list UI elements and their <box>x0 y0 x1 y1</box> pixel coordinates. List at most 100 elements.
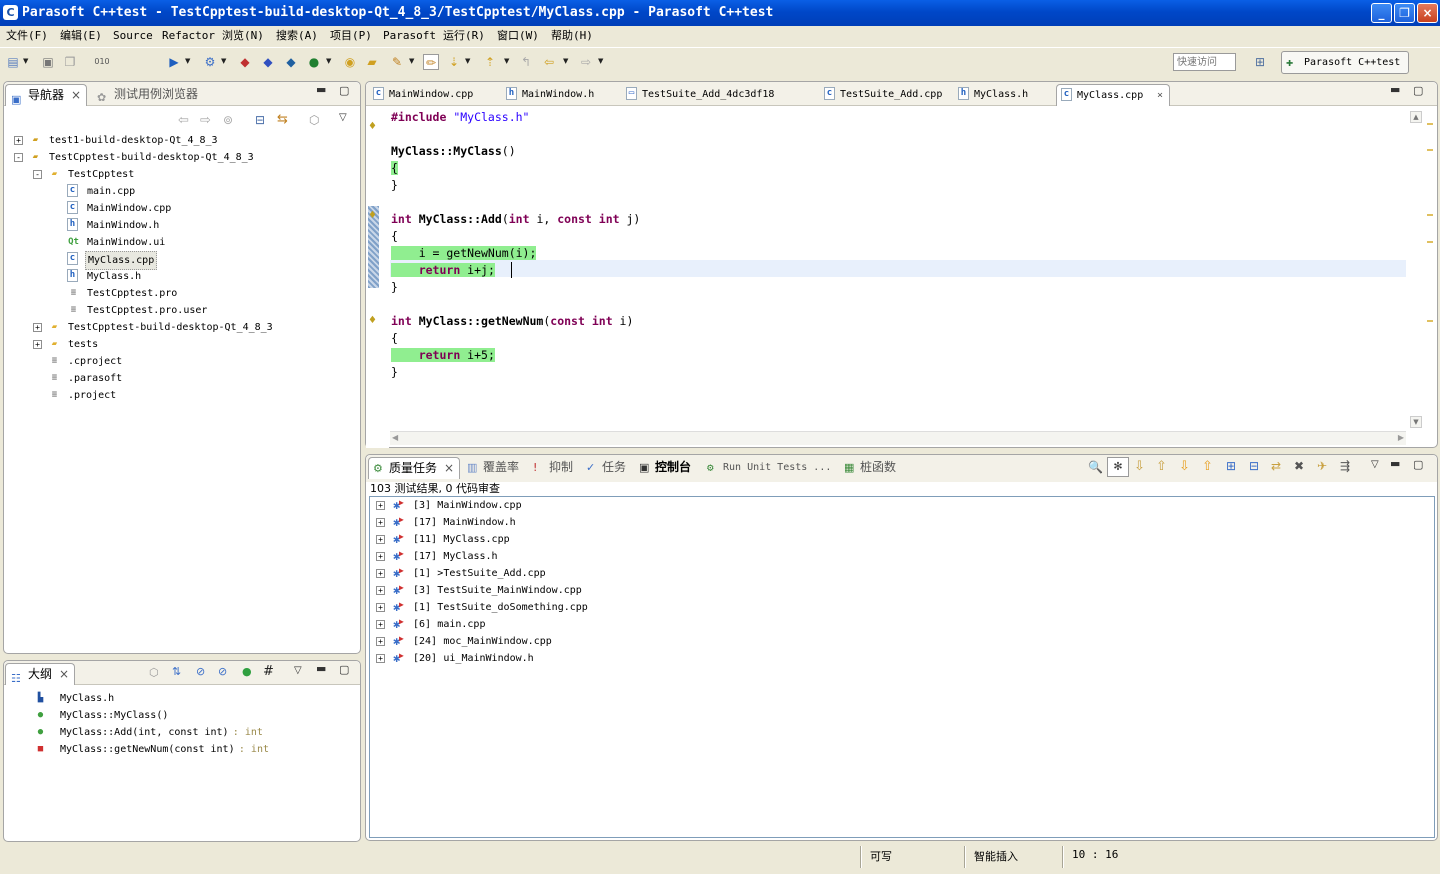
editor-tab[interactable]: ▭ TestSuite_Add_4dc3df18 <box>622 84 818 106</box>
build-dropdown-icon[interactable]: ▼ <box>221 58 228 65</box>
result-row[interactable]: + ✱ ▶ [17] MyClass.h <box>375 548 775 565</box>
launch-icon[interactable]: ✈ <box>1317 459 1327 473</box>
debug-dropdown-icon[interactable]: ▼ <box>326 58 333 65</box>
close-outline-tab-icon[interactable]: × <box>59 664 69 685</box>
search-tool-icon[interactable]: ✎ <box>389 54 405 70</box>
tree-toggle-icon[interactable]: + <box>33 340 42 349</box>
tree-item[interactable]: ≡ .cproject <box>4 353 354 370</box>
window-title-bar[interactable]: Parasoft C++test - TestCpptest-build-des… <box>0 0 1440 26</box>
back-nav-icon[interactable]: ⇦ <box>178 113 189 128</box>
next-annotation-dropdown-icon[interactable]: ▼ <box>465 58 472 65</box>
forward-dropdown-icon[interactable]: ▼ <box>598 58 605 65</box>
hide-non-public-icon[interactable]: ⊘ <box>218 665 227 678</box>
last-edit-icon[interactable]: ↰ <box>518 54 534 70</box>
next-icon[interactable]: ⇩ <box>1179 459 1190 474</box>
bottom-minimize-icon[interactable]: ▬ <box>1390 457 1400 470</box>
result-toggle-icon[interactable]: + <box>376 620 385 629</box>
editor-minimize-icon[interactable]: ▬ <box>1390 83 1400 96</box>
new-dropdown-icon[interactable]: ▼ <box>23 58 30 65</box>
outline-item[interactable]: ● MyClass::Add(int, const int) : int <box>4 724 354 741</box>
bottom-view-menu-icon[interactable]: ▽ <box>1371 459 1379 470</box>
tab-test-case-explorer[interactable]: ✿ 测试用例浏览器 <box>92 84 203 106</box>
overview-marker[interactable] <box>1427 123 1433 125</box>
collapse-all-icon[interactable]: ⊟ <box>255 113 265 127</box>
bottom-tab[interactable]: ▦ 桩函数 <box>840 457 901 479</box>
up-nav-icon[interactable]: ⊚ <box>223 113 233 127</box>
result-row[interactable]: + ✱ ▶ [3] MainWindow.cpp <box>375 497 775 514</box>
save-all-icon[interactable]: ❐ <box>62 54 78 70</box>
tree-item[interactable]: ≡ .parasoft <box>4 370 354 387</box>
result-toggle-icon[interactable]: + <box>376 535 385 544</box>
quick-access-input[interactable] <box>1173 53 1236 71</box>
result-toggle-icon[interactable]: + <box>376 552 385 561</box>
tree-item[interactable]: ≡ .project <box>4 387 354 404</box>
bottom-tab[interactable]: ✓ 任务 <box>582 457 631 479</box>
tree-item[interactable]: h MyClass.h <box>4 268 354 285</box>
editor-tab[interactable]: h MyClass.h <box>954 84 1054 106</box>
hide-fields-icon[interactable]: ⬡ <box>149 666 159 679</box>
menu-window[interactable]: 窗口(W) <box>497 26 539 46</box>
mark-occurrences-icon[interactable]: ✏ <box>423 54 439 70</box>
bottom-tab[interactable]: ▥ 覆盖率 <box>463 457 524 479</box>
previous-icon[interactable]: ⇧ <box>1202 459 1213 474</box>
menu-search[interactable]: 搜索(A) <box>276 26 318 46</box>
tree-item[interactable]: + ▰ tests <box>4 336 354 353</box>
tree-item[interactable]: Qt MainWindow.ui <box>4 234 354 251</box>
sort-icon[interactable]: ⇅ <box>172 665 181 678</box>
horizontal-scrollbar[interactable]: ◀ ▶ <box>390 431 1406 445</box>
editor-tab[interactable]: h MainWindow.h <box>502 84 620 106</box>
editor-maximize-icon[interactable]: ▢ <box>1413 84 1423 97</box>
tree-toggle-icon[interactable]: - <box>14 153 23 162</box>
menu-run[interactable]: 运行(R) <box>443 26 485 46</box>
overview-marker[interactable] <box>1427 320 1433 322</box>
bottom-tab[interactable]: ! 抑制 <box>529 457 578 479</box>
run-icon[interactable]: ▶ <box>166 54 182 70</box>
hide-namespace-icon[interactable]: ● <box>242 665 252 678</box>
result-row[interactable]: + ✱ ▶ [20] ui_MainWindow.h <box>375 650 775 667</box>
result-row[interactable]: + ✱ ▶ [6] main.cpp <box>375 616 775 633</box>
tab-outline[interactable]: ☷ 大纲 × <box>5 663 76 685</box>
open-perspective-icon[interactable]: ⊞ <box>1252 54 1268 70</box>
perspective-button[interactable]: ✚ Parasoft C++test <box>1281 51 1409 74</box>
outline-minimize-icon[interactable]: ▬ <box>316 662 326 675</box>
menu-project[interactable]: 项目(P) <box>330 26 372 46</box>
hide-macro-icon[interactable]: # <box>263 664 274 679</box>
outline-item[interactable]: ■ MyClass::getNewNum(const int) : int <box>4 741 354 758</box>
menu-file[interactable]: 文件(F) <box>6 26 48 46</box>
tree-item[interactable]: ≡ TestCpptest.pro <box>4 285 354 302</box>
open-folder-icon[interactable]: ▰ <box>364 54 380 70</box>
back-dropdown-icon[interactable]: ▼ <box>563 58 570 65</box>
editor-tab[interactable]: c MainWindow.cpp <box>369 84 499 106</box>
result-toggle-icon[interactable]: + <box>376 654 385 663</box>
tree-toggle-icon[interactable]: + <box>33 323 42 332</box>
annotation-marker-icon[interactable]: ♦ <box>368 315 377 326</box>
build-icon[interactable]: ⚙ <box>202 54 218 70</box>
minimize-panel-icon[interactable]: ▬ <box>316 83 326 96</box>
result-toggle-icon[interactable]: + <box>376 586 385 595</box>
overview-marker[interactable] <box>1427 149 1433 151</box>
scroll-right-button[interactable]: ▶ <box>1398 433 1404 442</box>
menu-navigate[interactable]: 浏览(N) <box>222 26 264 46</box>
menu-source[interactable]: Source <box>113 26 153 46</box>
save-icon[interactable]: ▣ <box>40 54 56 70</box>
binary-icon[interactable]: 010 <box>94 54 110 70</box>
run-dropdown-icon[interactable]: ▼ <box>185 58 192 65</box>
debug-icon[interactable]: ● <box>306 54 322 70</box>
tree-item[interactable]: - ▰ TestCpptest <box>4 166 354 183</box>
annotation-marker-icon[interactable]: ♦ <box>368 121 377 132</box>
result-row[interactable]: + ✱ ▶ [17] MainWindow.h <box>375 514 775 531</box>
close-tab-icon[interactable]: × <box>444 458 454 479</box>
menu-help[interactable]: 帮助(H) <box>551 26 593 46</box>
menu-parasoft[interactable]: Parasoft <box>383 26 436 46</box>
scroll-left-button[interactable]: ◀ <box>392 433 398 442</box>
result-toggle-icon[interactable]: + <box>376 569 385 578</box>
tree-item[interactable]: - ▰ TestCpptest-build-desktop-Qt_4_8_3 <box>4 149 354 166</box>
forward-nav-icon[interactable]: ⇨ <box>200 113 211 128</box>
annotation-marker-icon[interactable]: ♦ <box>368 210 377 221</box>
view-menu-icon[interactable]: ▽ <box>339 112 347 123</box>
prev-annotation-icon[interactable]: ⇡ <box>482 54 498 70</box>
tree-item[interactable]: h MainWindow.h <box>4 217 354 234</box>
bottom-tab[interactable]: ⚙ Run Unit Tests ... <box>703 457 836 479</box>
link-editor-icon[interactable]: ⇆ <box>277 112 288 127</box>
bottom-maximize-icon[interactable]: ▢ <box>1413 458 1423 471</box>
